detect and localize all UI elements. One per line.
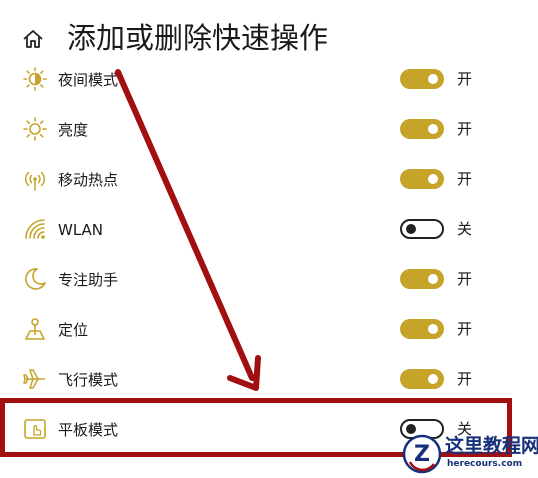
brightness-icon bbox=[22, 116, 48, 142]
night-light-toggle[interactable] bbox=[400, 69, 444, 89]
quick-action-row-brightness: 亮度 开 bbox=[0, 110, 538, 150]
airplane-toggle[interactable] bbox=[400, 369, 444, 389]
wlan-toggle[interactable] bbox=[400, 219, 444, 239]
toggle-knob bbox=[428, 74, 438, 84]
wlan-label: WLAN bbox=[58, 221, 104, 239]
brightness-toggle[interactable] bbox=[400, 119, 444, 139]
hotspot-state: 开 bbox=[457, 170, 473, 188]
location-toggle[interactable] bbox=[400, 319, 444, 339]
night-light-icon bbox=[22, 66, 48, 92]
hotspot-toggle[interactable] bbox=[400, 169, 444, 189]
watermark-title: 这里教程网 bbox=[445, 435, 538, 457]
night-light-state: 开 bbox=[457, 70, 473, 88]
brightness-label: 亮度 bbox=[58, 121, 89, 139]
quick-action-row-hotspot: 移动热点 开 bbox=[0, 160, 538, 200]
toggle-knob bbox=[428, 124, 438, 134]
location-state: 开 bbox=[457, 320, 473, 338]
hotspot-icon bbox=[22, 166, 48, 192]
focus-assist-icon bbox=[22, 266, 48, 292]
focus-assist-state: 开 bbox=[457, 270, 473, 288]
quick-action-row-location: 定位 开 bbox=[0, 310, 538, 350]
wifi-icon bbox=[22, 216, 48, 242]
wlan-state: 关 bbox=[457, 220, 473, 238]
toggle-knob bbox=[428, 374, 438, 384]
header: 添加或删除快速操作 bbox=[0, 0, 538, 64]
hotspot-label: 移动热点 bbox=[58, 171, 119, 189]
home-icon[interactable] bbox=[22, 29, 44, 49]
night-light-label: 夜间模式 bbox=[58, 71, 119, 89]
focus-assist-label: 专注助手 bbox=[58, 271, 119, 289]
watermark: Z 这里教程网 herecours.com bbox=[400, 433, 538, 476]
toggle-knob bbox=[428, 274, 438, 284]
toggle-knob bbox=[428, 324, 438, 334]
quick-action-row-night-light: 夜间模式 开 bbox=[0, 60, 538, 100]
quick-action-row-wlan: WLAN 关 bbox=[0, 210, 538, 250]
airplane-label: 飞行模式 bbox=[58, 371, 119, 389]
quick-action-row-airplane: 飞行模式 开 bbox=[0, 360, 538, 400]
location-label: 定位 bbox=[58, 321, 89, 339]
airplane-state: 开 bbox=[457, 370, 473, 388]
toggle-knob bbox=[428, 174, 438, 184]
quick-action-row-focus-assist: 专注助手 开 bbox=[0, 260, 538, 300]
focus-assist-toggle[interactable] bbox=[400, 269, 444, 289]
watermark-logo-icon: Z bbox=[402, 434, 442, 474]
toggle-knob bbox=[406, 224, 416, 234]
location-icon bbox=[22, 316, 48, 342]
airplane-icon bbox=[22, 366, 48, 392]
svg-text:Z: Z bbox=[414, 442, 430, 467]
brightness-state: 开 bbox=[457, 120, 473, 138]
watermark-subtitle: herecours.com bbox=[447, 459, 523, 469]
page-title: 添加或删除快速操作 bbox=[67, 21, 329, 55]
